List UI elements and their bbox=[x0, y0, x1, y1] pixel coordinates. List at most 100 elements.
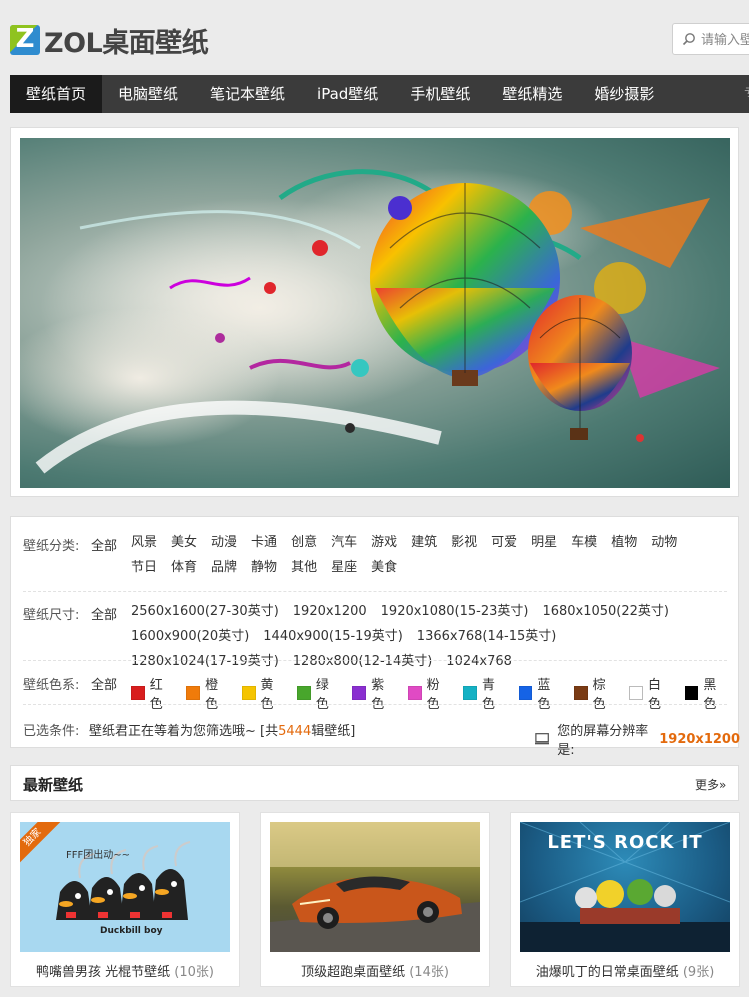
wallpaper-thumbnail[interactable] bbox=[270, 822, 480, 952]
filter-divider bbox=[23, 591, 727, 592]
site-header: Z ZOL桌面壁纸 bbox=[0, 0, 749, 75]
color-option[interactable]: 青色 bbox=[463, 674, 507, 712]
nav-item-ipad[interactable]: iPad壁纸 bbox=[301, 75, 394, 113]
filter-category-all[interactable]: 全部 bbox=[91, 535, 117, 554]
color-option[interactable]: 红色 bbox=[131, 674, 175, 712]
size-tag[interactable]: 1280x800(12-14英寸) bbox=[293, 649, 433, 674]
filter-selected-label: 已选条件: bbox=[23, 724, 80, 739]
wallpaper-card[interactable]: 顶级超跑桌面壁纸 (14张) bbox=[260, 812, 490, 987]
thumb-caption: FFF团出动~~ bbox=[66, 850, 131, 861]
filter-divider bbox=[23, 704, 727, 705]
color-option[interactable]: 紫色 bbox=[352, 674, 396, 712]
card-title[interactable]: 油爆叽丁的日常桌面壁纸 bbox=[536, 965, 679, 980]
filter-divider bbox=[23, 660, 727, 661]
section-title: 最新壁纸 bbox=[23, 776, 84, 794]
filter-color-label: 壁纸色系: bbox=[23, 678, 80, 693]
wallpaper-thumbnail[interactable]: LET'S ROCK IT bbox=[520, 822, 730, 952]
category-tag[interactable]: 影视 bbox=[451, 530, 477, 555]
category-tag[interactable]: 明星 bbox=[531, 530, 557, 555]
filter-size-tags: 2560x1600(27-30英寸) 1920x1200 1920x1080(15-… bbox=[131, 599, 731, 674]
category-tag[interactable]: 其他 bbox=[291, 555, 317, 580]
filter-color-all[interactable]: 全部 bbox=[91, 674, 117, 693]
color-option[interactable]: 黑色 bbox=[684, 674, 729, 712]
logo-letter: Z bbox=[15, 24, 35, 54]
size-tag[interactable]: 1600x900(20英寸) bbox=[131, 624, 249, 649]
wallpaper-thumbnail[interactable]: FFF团出动~~ Duckbill boy 独家 bbox=[20, 822, 230, 952]
category-tag[interactable]: 美食 bbox=[371, 555, 397, 580]
filter-row-selected: 已选条件: 壁纸君正在等着为您筛选哦~ [共5444辑壁纸] 您的屏幕分辨率是:… bbox=[11, 720, 740, 758]
category-tag[interactable]: 体育 bbox=[171, 555, 197, 580]
size-tag[interactable]: 1024x768 bbox=[446, 649, 512, 674]
banner-image[interactable] bbox=[20, 138, 730, 488]
size-tag[interactable]: 1280x1024(17-19英寸) bbox=[131, 649, 279, 674]
category-tag[interactable]: 美女 bbox=[171, 530, 197, 555]
category-tag[interactable]: 动漫 bbox=[211, 530, 237, 555]
category-tag[interactable]: 节日 bbox=[131, 555, 157, 580]
color-swatch bbox=[629, 686, 644, 700]
category-tag[interactable]: 创意 bbox=[291, 530, 317, 555]
color-swatch bbox=[352, 686, 367, 700]
color-option[interactable]: 粉色 bbox=[407, 674, 452, 712]
banner bbox=[10, 127, 739, 497]
color-option[interactable]: 橙色 bbox=[186, 674, 230, 712]
nav-item-home[interactable]: 壁纸首页 bbox=[10, 75, 103, 113]
category-tag[interactable]: 星座 bbox=[331, 555, 357, 580]
filter-row-size: 壁纸尺寸: 全部 2560x1600(27-30英寸) 1920x1200 1920… bbox=[11, 604, 740, 669]
color-option[interactable]: 棕色 bbox=[573, 674, 618, 712]
size-tag[interactable]: 1920x1080(15-23英寸) bbox=[381, 599, 529, 624]
nav-item-overflow[interactable]: 专 bbox=[744, 75, 749, 113]
nav-item-mobile[interactable]: 手机壁纸 bbox=[394, 75, 486, 113]
search-icon[interactable] bbox=[682, 32, 696, 46]
size-tag[interactable]: 1920x1200 bbox=[293, 599, 367, 624]
color-option[interactable]: 白色 bbox=[629, 674, 673, 712]
size-tag[interactable]: 2560x1600(27-30英寸) bbox=[131, 599, 279, 624]
search-input[interactable] bbox=[701, 30, 749, 50]
category-tag[interactable]: 动物 bbox=[651, 530, 677, 555]
more-link[interactable]: 更多» bbox=[695, 776, 726, 793]
card-title[interactable]: 顶级超跑桌面壁纸 bbox=[301, 965, 405, 980]
color-option[interactable]: 绿色 bbox=[297, 674, 341, 712]
category-tag[interactable]: 车模 bbox=[571, 530, 597, 555]
category-tag[interactable]: 游戏 bbox=[371, 530, 397, 555]
nav-item-laptop[interactable]: 笔记本壁纸 bbox=[194, 75, 301, 113]
filter-row-color: 壁纸色系: 全部 红色 橙色 黄色 绿色 紫色 粉色 青色 蓝色 棕色 白色 黑色 bbox=[11, 674, 740, 712]
size-tag[interactable]: 1440x900(15-19英寸) bbox=[263, 624, 403, 649]
card-caption[interactable]: 油爆叽丁的日常桌面壁纸 (9张) bbox=[511, 961, 739, 980]
logo-text: ZOL桌面壁纸 bbox=[44, 27, 209, 59]
nav-item-featured[interactable]: 壁纸精选 bbox=[486, 75, 578, 113]
size-tag[interactable]: 1366x768(14-15英寸) bbox=[417, 624, 557, 649]
screen-resolution: 您的屏幕分辨率是: 1920x1200 bbox=[535, 720, 740, 758]
nav-item-wedding[interactable]: 婚纱摄影 bbox=[578, 75, 670, 113]
color-swatch bbox=[463, 686, 477, 700]
result-count-prefix: [共 bbox=[260, 724, 279, 739]
card-title[interactable]: 鸭嘴兽男孩 光棍节壁纸 bbox=[36, 965, 170, 980]
nav-item-pc[interactable]: 电脑壁纸 bbox=[102, 75, 194, 113]
filter-size-label: 壁纸尺寸: bbox=[23, 608, 80, 623]
category-tag[interactable]: 卡通 bbox=[251, 530, 277, 555]
category-tag[interactable]: 可爱 bbox=[491, 530, 517, 555]
result-count-suffix: 辑壁纸] bbox=[311, 724, 356, 739]
color-swatch bbox=[518, 686, 533, 700]
category-tag[interactable]: 品牌 bbox=[211, 555, 237, 580]
site-logo[interactable]: Z ZOL桌面壁纸 bbox=[10, 22, 209, 59]
color-option[interactable]: 蓝色 bbox=[518, 674, 563, 712]
category-tag[interactable]: 汽车 bbox=[331, 530, 357, 555]
category-tag[interactable]: 植物 bbox=[611, 530, 637, 555]
category-tag[interactable]: 风景 bbox=[131, 530, 157, 555]
color-label: 绿色 bbox=[315, 678, 329, 712]
color-option[interactable]: 黄色 bbox=[241, 674, 286, 712]
card-count: (10张) bbox=[174, 965, 214, 980]
card-caption[interactable]: 鸭嘴兽男孩 光棍节壁纸 (10张) bbox=[11, 961, 239, 980]
size-tag[interactable]: 1680x1050(22英寸) bbox=[542, 599, 669, 624]
main-nav: 壁纸首页 电脑壁纸 笔记本壁纸 iPad壁纸 手机壁纸 壁纸精选 婚纱摄影 专 bbox=[10, 75, 749, 113]
wallpaper-card[interactable]: FFF团出动~~ Duckbill boy 独家 鸭嘴兽男孩 光棍节壁纸 (10… bbox=[10, 812, 240, 987]
search-box[interactable] bbox=[672, 23, 749, 55]
card-caption[interactable]: 顶级超跑桌面壁纸 (14张) bbox=[261, 961, 489, 980]
category-tag[interactable]: 静物 bbox=[251, 555, 277, 580]
wallpaper-card[interactable]: LET'S ROCK IT 油爆叽丁的日常桌面壁纸 (9张) bbox=[510, 812, 740, 987]
category-tag[interactable]: 建筑 bbox=[411, 530, 437, 555]
monitor-icon bbox=[535, 733, 550, 745]
filter-size-all[interactable]: 全部 bbox=[91, 604, 117, 623]
color-label: 粉色 bbox=[426, 678, 440, 712]
card-count: (14张) bbox=[409, 965, 449, 980]
